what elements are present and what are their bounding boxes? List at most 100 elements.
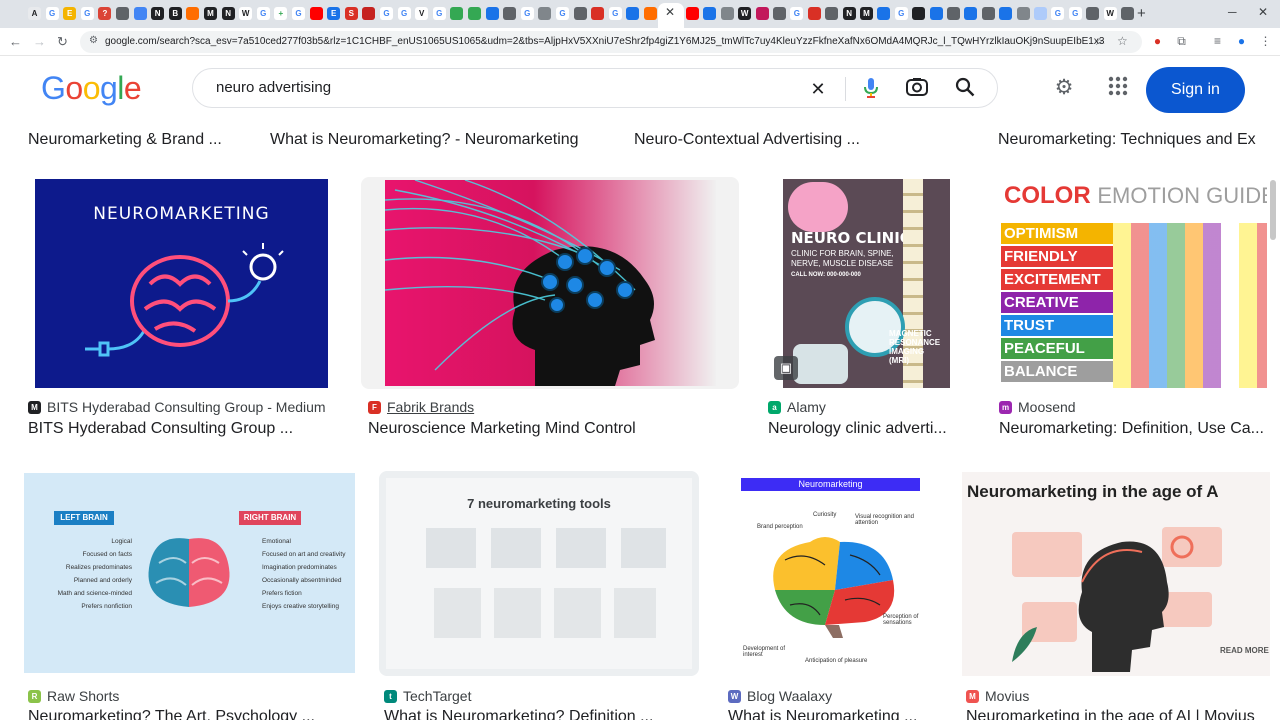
tab-favicon-icon[interactable] (929, 7, 943, 20)
search-input[interactable]: neuro advertising (216, 79, 331, 96)
forward-arrow-icon[interactable]: → (33, 34, 46, 49)
back-arrow-icon[interactable]: ← (9, 34, 22, 49)
result-source[interactable]: m Moosend (999, 399, 1076, 415)
google-logo[interactable]: Google (41, 70, 142, 107)
tab-favicon-icon[interactable]: G (608, 7, 622, 20)
read-more-label[interactable]: READ MORE (1220, 646, 1269, 655)
tab-favicon-icon[interactable] (773, 7, 786, 20)
profile-avatar-icon[interactable]: ● (1234, 34, 1249, 49)
tab-favicon-icon[interactable]: B (168, 7, 182, 20)
tab-favicon-icon[interactable]: ? (98, 7, 112, 20)
new-tab-icon[interactable]: + (1137, 5, 1146, 22)
result-source[interactable]: F Fabrik Brands (368, 399, 474, 415)
tab-favicon-icon[interactable]: G (432, 7, 446, 20)
extensions-puzzle-icon[interactable]: ⧉ (1174, 34, 1189, 49)
tab-favicon-icon[interactable] (1121, 7, 1134, 20)
result-source[interactable]: M Movius (966, 688, 1029, 704)
tab-favicon-icon[interactable] (720, 7, 734, 20)
result-image-neuromarketing-tools[interactable]: 7 neuromarketing tools (386, 478, 692, 669)
minimize-icon[interactable]: ─ (1228, 5, 1237, 19)
tab-favicon-icon[interactable] (485, 7, 499, 20)
bookmark-star-icon[interactable]: ☆ (1117, 34, 1128, 48)
result-title[interactable]: Neuromarketing: Techniques and Ex (998, 131, 1256, 149)
search-submit-icon[interactable] (953, 77, 977, 101)
clear-search-icon[interactable]: ✕ (806, 77, 830, 101)
result-title[interactable]: Neuroscience Marketing Mind Control (368, 420, 698, 438)
tab-favicon-icon[interactable] (309, 7, 323, 20)
result-title[interactable]: What is Neuromarketing ... (728, 708, 948, 720)
tab-favicon-icon[interactable] (877, 7, 891, 20)
tab-favicon-icon[interactable]: M (204, 7, 217, 20)
source-name[interactable]: Moosend (1018, 399, 1076, 415)
result-image-neuromarketing-brain[interactable]: NEUROMARKETING (35, 179, 328, 388)
result-image-neuro-clinic[interactable]: NEURO CLINIC CLINIC FOR BRAIN, SPINE, NE… (783, 179, 950, 388)
site-info-icon[interactable]: ⚙ (89, 35, 98, 46)
tab-favicon-icon[interactable]: G (556, 7, 569, 20)
tab-favicon-icon[interactable] (186, 7, 200, 20)
tab-favicon-icon[interactable]: G (894, 7, 908, 20)
result-source[interactable]: R Raw Shorts (28, 688, 119, 704)
tab-favicon-icon[interactable] (825, 7, 839, 20)
result-title[interactable]: BITS Hyderabad Consulting Group ... (28, 420, 348, 438)
tab-favicon-icon[interactable]: W (239, 7, 253, 20)
result-title[interactable]: What is Neuromarketing? Definition ... (384, 708, 704, 720)
page-scrollbar[interactable] (1270, 180, 1276, 240)
result-title[interactable]: What is Neuromarketing? - Neuromarketing (270, 131, 579, 149)
source-name[interactable]: Alamy (787, 399, 826, 415)
tab-favicon-icon[interactable]: + (274, 7, 288, 20)
tab-favicon-icon[interactable] (999, 7, 1013, 20)
tab-favicon-icon[interactable] (686, 7, 699, 20)
source-name[interactable]: BITS Hyderabad Consulting Group - Medium (47, 399, 326, 415)
tab-favicon-icon[interactable] (573, 7, 587, 20)
result-source[interactable]: M BITS Hyderabad Consulting Group - Mediu… (28, 399, 326, 415)
result-title[interactable]: Neuromarketing in the age of AI | Movius (966, 708, 1276, 720)
result-image-movius-ai[interactable]: Neuromarketing in the age of A READ MORE (962, 472, 1270, 676)
tab-favicon-icon[interactable]: N (842, 7, 856, 20)
tab-favicon-icon[interactable] (807, 7, 821, 20)
result-title[interactable]: Neuromarketing & Brand ... (28, 131, 222, 149)
result-image-electrode-head[interactable] (385, 180, 716, 386)
result-title[interactable]: Neuromarketing? The Art, Psychology ... (28, 708, 368, 720)
tab-favicon-icon[interactable]: G (256, 7, 270, 20)
settings-gear-icon[interactable]: ⚙ (1052, 76, 1076, 100)
result-image-color-emotion-guide[interactable]: COLOR EMOTION GUIDE OPTIMISM FRIENDLY EXCI… (1001, 179, 1267, 388)
tab-favicon-icon[interactable] (450, 7, 464, 20)
tab-favicon-icon[interactable]: G (790, 7, 804, 20)
result-source[interactable]: t TechTarget (384, 688, 471, 704)
url-text[interactable]: google.com/search?sca_esv=7a510ced277f03… (105, 36, 1105, 47)
browser-menu-icon[interactable]: ⋮ (1258, 34, 1273, 49)
result-image-left-right-brain[interactable]: LEFT BRAIN RIGHT BRAIN Logical Focused on… (24, 473, 355, 673)
result-title[interactable]: Neuro-Contextual Advertising ... (634, 131, 860, 149)
sign-in-button[interactable]: Sign in (1146, 67, 1245, 113)
tab-favicon-icon[interactable]: G (380, 7, 393, 20)
source-name[interactable]: Blog Waalaxy (747, 688, 832, 704)
source-name[interactable]: Fabrik Brands (387, 399, 474, 415)
tab-favicon-icon[interactable] (503, 7, 517, 20)
tab-favicon-icon[interactable] (964, 7, 978, 20)
reload-icon[interactable]: ↻ (57, 34, 68, 50)
zoom-icon[interactable]: ⌕ (1096, 34, 1103, 49)
address-bar[interactable]: ⚙ google.com/search?sca_esv=7a510ced277f… (80, 31, 1142, 53)
tab-favicon-icon[interactable]: E (327, 7, 341, 20)
voice-search-icon[interactable] (859, 77, 883, 101)
close-window-icon[interactable]: ✕ (1258, 5, 1268, 19)
tab-favicon-icon[interactable]: G (1051, 7, 1065, 20)
result-source[interactable]: W Blog Waalaxy (728, 688, 832, 704)
tab-favicon-icon[interactable]: A (28, 7, 41, 20)
tab-favicon-icon[interactable]: G (292, 7, 305, 20)
tab-favicon-icon[interactable] (116, 7, 129, 20)
tab-close-icon[interactable]: ✕ (665, 5, 675, 19)
result-image-colored-brain[interactable]: Neuromarketing Curiosity Brand perceptio… (725, 472, 937, 676)
tab-favicon-icon[interactable] (644, 7, 657, 20)
extension-red-icon[interactable]: ● (1150, 34, 1165, 49)
reading-list-icon[interactable]: ≡ (1210, 34, 1225, 49)
search-box[interactable]: neuro advertising ✕ (192, 68, 998, 108)
tab-favicon-icon[interactable] (1086, 7, 1100, 20)
tab-favicon-icon[interactable]: W (738, 7, 752, 20)
tab-favicon-icon[interactable] (591, 7, 605, 20)
tab-favicon-icon[interactable] (981, 7, 995, 20)
tab-favicon-icon[interactable] (362, 7, 376, 20)
tab-favicon-icon[interactable]: W (1103, 7, 1117, 20)
tab-favicon-icon[interactable]: S (344, 7, 358, 20)
source-name[interactable]: TechTarget (403, 688, 471, 704)
